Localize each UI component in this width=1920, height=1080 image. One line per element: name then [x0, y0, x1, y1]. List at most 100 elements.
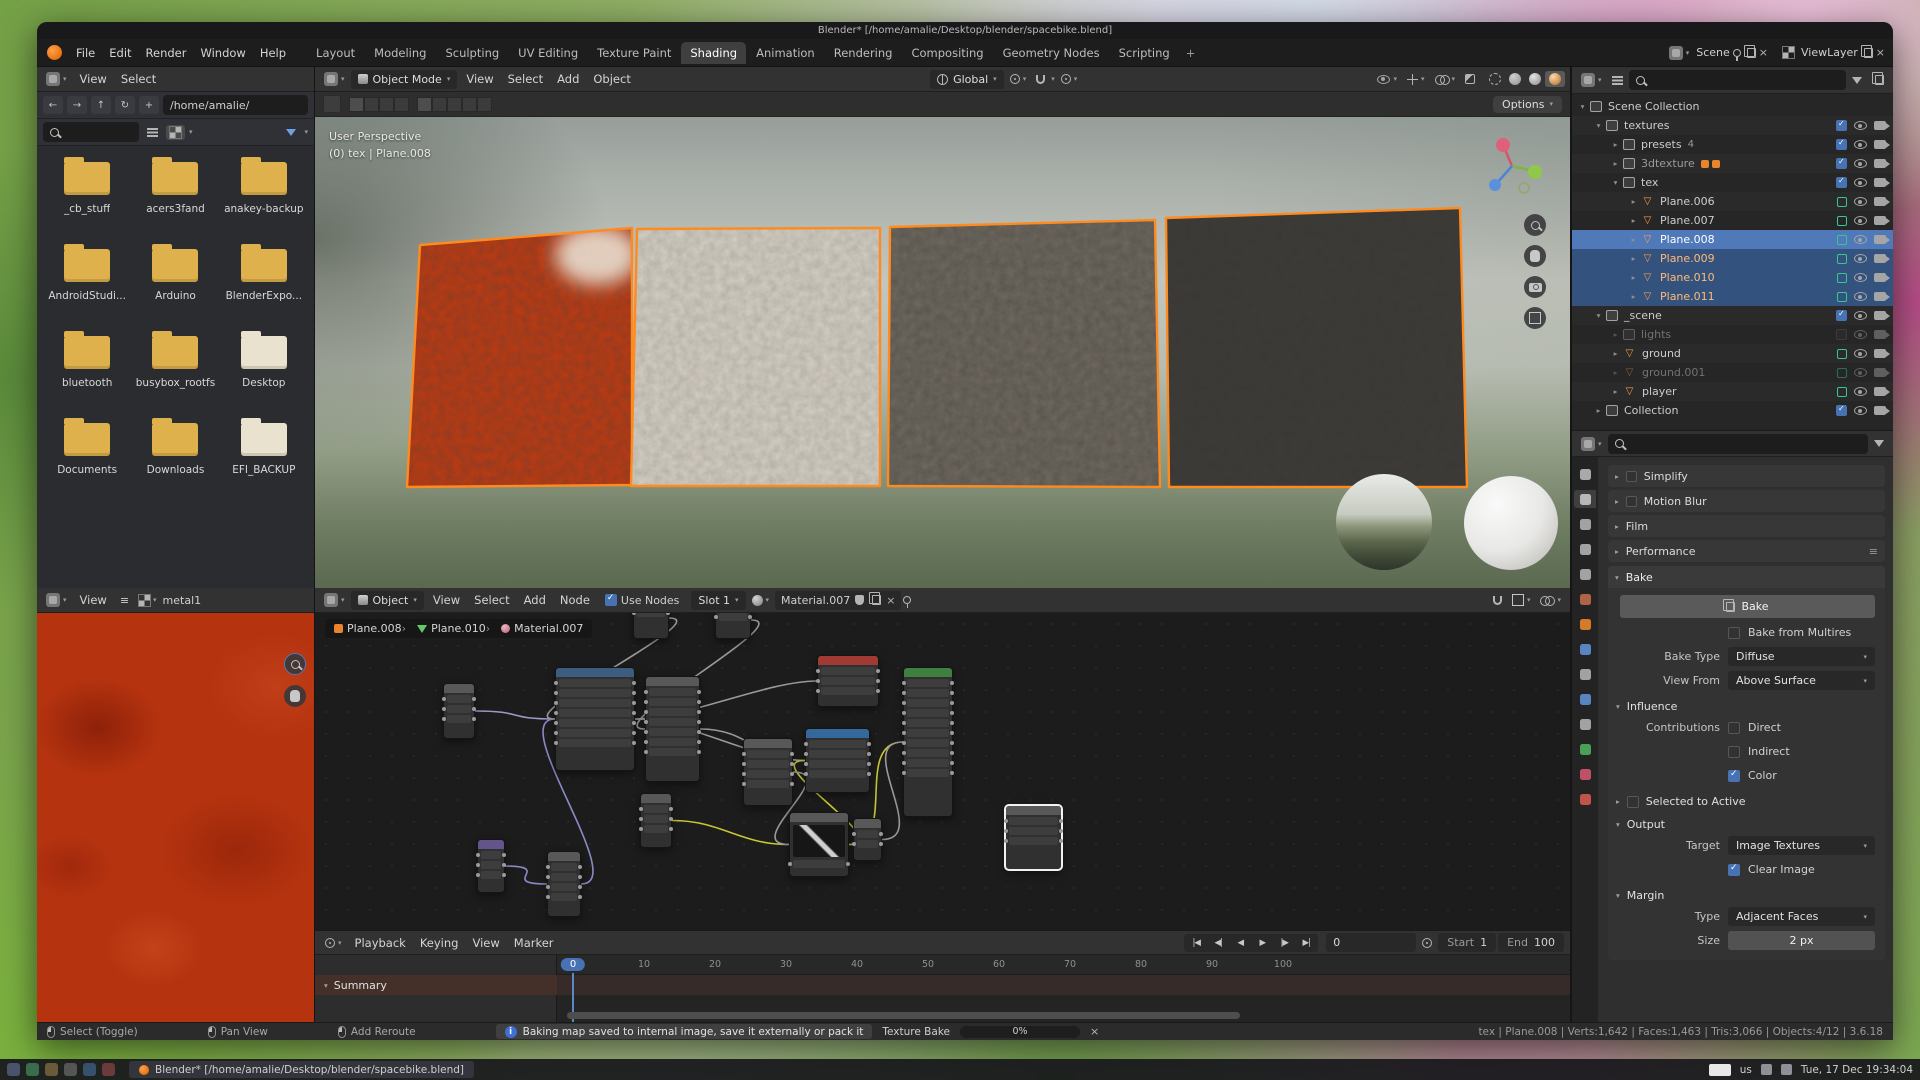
disclosure-icon[interactable]: ▾: [1609, 178, 1622, 187]
snap-toggle-button[interactable]: [1032, 73, 1049, 86]
filter-settings-dropdown[interactable]: ▾: [304, 128, 308, 136]
taskbar-app-icon[interactable]: [45, 1063, 58, 1076]
disclosure-icon[interactable]: ▸: [1609, 330, 1622, 339]
menu-item[interactable]: View: [426, 591, 467, 609]
folder-item[interactable]: _cb_stuff: [43, 162, 131, 215]
jump-to-end-button[interactable]: ▶|: [1295, 935, 1317, 951]
timeline-scrollbar[interactable]: [567, 1012, 1240, 1019]
properties-tab-texture[interactable]: [1574, 790, 1596, 808]
mode-dropdown[interactable]: Object Mode▾: [351, 70, 458, 89]
properties-tab-physics[interactable]: [1574, 690, 1596, 708]
node-graph[interactable]: Plane.008 Plane.010 Material.007: [315, 613, 1570, 930]
create-folder-button[interactable]: +: [139, 96, 159, 114]
refresh-button[interactable]: ↻: [115, 96, 135, 114]
shader-node[interactable]: [789, 812, 849, 877]
direct-checkbox[interactable]: [1728, 722, 1740, 734]
tab-texture-paint[interactable]: Texture Paint: [588, 42, 680, 64]
list-view-button[interactable]: [143, 126, 162, 139]
unlink-scene-button[interactable]: ×: [1759, 47, 1768, 58]
use-preview-range-button[interactable]: [1418, 936, 1436, 950]
select-mode-group[interactable]: [349, 97, 409, 112]
hide-viewport-icon[interactable]: [1854, 330, 1867, 339]
fake-user-icon[interactable]: [855, 595, 864, 605]
viewport-3d[interactable]: Options▾ User Perspective (0) tex | Plan…: [315, 92, 1570, 588]
menu-item[interactable]: Add: [517, 591, 553, 609]
frame-start-field[interactable]: Start1: [1438, 933, 1496, 952]
hide-viewport-icon[interactable]: [1854, 254, 1867, 263]
shading-rendered-button[interactable]: [1545, 71, 1565, 87]
hide-render-icon[interactable]: [1874, 406, 1886, 415]
shader-node[interactable]: [743, 738, 793, 806]
disclosure-icon[interactable]: ▾: [1592, 311, 1605, 320]
shader-node[interactable]: [555, 667, 635, 771]
properties-tab-scene[interactable]: [1574, 565, 1596, 583]
disclosure-icon[interactable]: ▸: [1627, 235, 1640, 244]
bake-type-dropdown[interactable]: Diffuse▾: [1728, 647, 1875, 666]
disclosure-icon[interactable]: ▸: [1609, 159, 1622, 168]
disclosure-icon[interactable]: ▾: [1592, 121, 1605, 130]
hide-render-icon[interactable]: [1874, 235, 1886, 244]
properties-tab-modifiers[interactable]: [1574, 640, 1596, 658]
properties-section[interactable]: ▸ Simplify ≡: [1608, 465, 1885, 487]
image-name[interactable]: metal1: [163, 594, 202, 607]
hide-viewport-icon[interactable]: [1854, 349, 1867, 358]
taskbar-app-icon[interactable]: [26, 1063, 39, 1076]
tab-layout[interactable]: Layout: [307, 42, 364, 64]
menu-item[interactable]: Edit: [102, 44, 138, 62]
breadcrumb-item[interactable]: Material.007: [486, 622, 584, 635]
shader-node[interactable]: [547, 851, 581, 917]
output-subsection[interactable]: ▾Output: [1616, 818, 1877, 831]
hide-render-icon[interactable]: [1874, 121, 1886, 130]
clear-image-checkbox[interactable]: [1728, 864, 1740, 876]
properties-tab-world[interactable]: [1574, 590, 1596, 608]
outliner-filter-button[interactable]: [1848, 75, 1866, 86]
new-scene-button[interactable]: [1747, 48, 1756, 58]
tab-animation[interactable]: Animation: [747, 42, 824, 64]
folder-item[interactable]: Desktop: [220, 336, 308, 389]
summary-channel[interactable]: ▾Summary: [315, 975, 557, 995]
back-button[interactable]: ←: [43, 96, 63, 114]
hide-render-icon[interactable]: [1874, 311, 1886, 320]
menu-item[interactable]: Keying: [413, 934, 466, 952]
shading-material-button[interactable]: [1525, 71, 1545, 87]
collection-checkbox[interactable]: [1836, 158, 1847, 169]
menu-item[interactable]: View: [73, 591, 114, 609]
bake-button[interactable]: Bake: [1620, 595, 1875, 618]
shader-editor-type-button[interactable]: ▾: [320, 591, 349, 609]
taskbar-app-icon[interactable]: [102, 1063, 115, 1076]
menu-item[interactable]: Node: [553, 591, 597, 609]
options-dropdown[interactable]: Options▾: [1493, 96, 1562, 113]
hide-render-icon[interactable]: [1874, 140, 1886, 149]
properties-tab-object[interactable]: [1574, 615, 1596, 633]
color-checkbox[interactable]: [1728, 770, 1740, 782]
outliner-row[interactable]: ▸ player: [1572, 382, 1893, 401]
pivot-point-dropdown[interactable]: ▾: [1006, 72, 1031, 86]
outliner-row[interactable]: ▸ ground.001: [1572, 363, 1893, 382]
outliner-row[interactable]: ▸ lights: [1572, 325, 1893, 344]
section-checkbox[interactable]: [1626, 471, 1637, 482]
properties-tab-constraints[interactable]: [1574, 715, 1596, 733]
next-keyframe-button[interactable]: |▶: [1273, 935, 1295, 951]
display-settings-dropdown[interactable]: ▾: [189, 128, 193, 136]
unlink-material-button[interactable]: ×: [886, 595, 895, 606]
forward-button[interactable]: →: [67, 96, 87, 114]
collection-checkbox[interactable]: [1836, 329, 1847, 340]
hide-viewport-icon[interactable]: [1854, 140, 1867, 149]
shader-node[interactable]: [817, 655, 879, 707]
menu-item[interactable]: Object: [586, 70, 637, 88]
properties-tab-output[interactable]: [1574, 515, 1596, 533]
tab-rendering[interactable]: Rendering: [825, 42, 902, 64]
hide-viewport-icon[interactable]: [1854, 406, 1867, 415]
selected-to-active-subsection[interactable]: ▸Selected to Active: [1616, 795, 1877, 808]
outliner-row[interactable]: ▸ Plane.009: [1572, 249, 1893, 268]
shader-node[interactable]: [640, 793, 672, 848]
disclosure-icon[interactable]: ▸: [1627, 292, 1640, 301]
hide-viewport-icon[interactable]: [1854, 387, 1867, 396]
menu-item[interactable]: Select: [467, 591, 516, 609]
window-titlebar[interactable]: Blender* [/home/amalie/Desktop/blender/s…: [37, 22, 1893, 39]
tab-shading[interactable]: Shading: [681, 42, 746, 64]
transform-orientation-dropdown[interactable]: Global▾: [930, 70, 1004, 89]
margin-size-field[interactable]: 2 px: [1728, 931, 1875, 950]
taskbar-clock[interactable]: Tue, 17 Dec 19:34:04: [1801, 1064, 1913, 1076]
disclosure-icon[interactable]: ▾: [1576, 102, 1589, 111]
